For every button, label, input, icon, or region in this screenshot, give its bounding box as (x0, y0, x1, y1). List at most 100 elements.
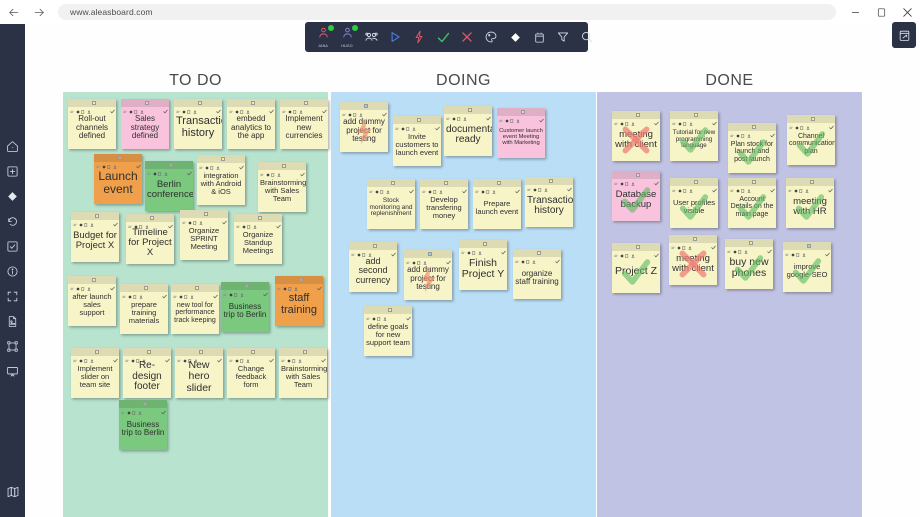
sticky-note-toolbar[interactable] (227, 99, 275, 114)
note-color-swatch[interactable] (811, 117, 815, 121)
note-collapse-icon[interactable] (277, 278, 281, 290)
note-copy-icon[interactable] (187, 101, 191, 114)
note-check-icon[interactable] (110, 101, 115, 114)
note-color-swatch[interactable] (204, 212, 208, 216)
sticky-note-body[interactable]: staff training (275, 284, 323, 326)
note-shape-icon[interactable] (677, 180, 682, 193)
sticky-note[interactable]: Develop transfering money (420, 179, 468, 229)
note-copy-icon[interactable] (380, 181, 384, 194)
search-icon[interactable] (576, 26, 598, 48)
sticky-note[interactable]: Roll-out channels defined (68, 99, 116, 149)
note-copy-icon[interactable] (682, 237, 686, 250)
note-check-icon[interactable] (767, 241, 772, 254)
sticky-note-toolbar[interactable] (120, 284, 168, 299)
note-shape-icon[interactable] (286, 350, 291, 363)
note-shape-icon[interactable] (241, 216, 246, 229)
note-shape-icon[interactable] (793, 180, 798, 193)
note-copy-icon[interactable] (377, 308, 381, 321)
toolbar-play-button[interactable] (385, 22, 405, 52)
note-copy-icon[interactable] (139, 216, 143, 229)
note-color-swatch[interactable] (145, 101, 149, 105)
note-user-icon[interactable] (294, 278, 298, 291)
note-copy-icon[interactable] (134, 101, 138, 114)
sticky-note[interactable]: Brainstorming with Sales Team (279, 348, 327, 398)
sticky-note[interactable]: define goals for new support team (364, 306, 412, 356)
sticky-note-toolbar[interactable] (783, 242, 831, 257)
note-shape-icon[interactable] (75, 278, 80, 291)
note-check-icon[interactable] (163, 101, 168, 114)
note-copy-icon[interactable] (625, 245, 629, 258)
home-icon[interactable] (0, 134, 25, 159)
sticky-note[interactable]: Transaction history (525, 177, 573, 227)
note-copy-icon[interactable] (107, 156, 111, 169)
note-shape-icon[interactable] (735, 125, 740, 138)
note-user-icon[interactable] (253, 216, 257, 229)
note-collapse-icon[interactable] (727, 241, 731, 253)
sticky-note-body[interactable]: Finish Project Y (459, 248, 507, 290)
sticky-note-body[interactable]: meeting with HR (786, 186, 834, 228)
note-user-icon[interactable] (544, 179, 548, 192)
note-user-icon[interactable] (802, 244, 806, 257)
sticky-note-toolbar[interactable] (728, 178, 776, 193)
note-check-icon[interactable] (110, 278, 115, 291)
note-color-swatch[interactable] (807, 244, 811, 248)
note-user-icon[interactable] (412, 118, 416, 131)
sticky-note-body[interactable]: New hero slider (175, 356, 223, 398)
sticky-note[interactable]: Plan stock for launch and post launch (728, 123, 776, 173)
sticky-note-body[interactable]: Tutorial for new programming language (670, 119, 718, 161)
note-shape-icon[interactable] (347, 104, 352, 117)
note-shape-icon[interactable] (374, 181, 379, 194)
sticky-note-body[interactable]: Develop transfering money (420, 187, 468, 229)
sticky-note-toolbar[interactable] (787, 115, 835, 130)
sticky-note[interactable]: Implement slider on team site (71, 348, 119, 398)
sticky-note-body[interactable]: Stock monitoring and replenishment (367, 187, 415, 229)
sticky-note-toolbar[interactable] (68, 276, 116, 291)
note-user-icon[interactable] (463, 108, 467, 121)
note-check-icon[interactable] (539, 110, 544, 123)
calendar-icon[interactable] (528, 26, 550, 48)
note-shape-icon[interactable] (228, 284, 233, 297)
team-icon[interactable] (360, 26, 382, 48)
note-copy-icon[interactable] (247, 216, 251, 229)
note-collapse-icon[interactable] (229, 350, 233, 362)
info-icon[interactable] (0, 259, 25, 284)
note-user-icon[interactable] (744, 241, 748, 254)
note-user-icon[interactable] (246, 350, 250, 363)
note-color-swatch[interactable] (391, 181, 395, 185)
note-check-icon[interactable] (711, 237, 716, 250)
sticky-note[interactable]: embedd analytics to the app (227, 99, 275, 149)
note-collapse-icon[interactable] (351, 244, 355, 256)
column-doing[interactable]: add dummy project for testing Invite cust… (331, 92, 596, 517)
column-done[interactable]: meeting with client Tutorial for new prog… (597, 92, 862, 517)
note-color-swatch[interactable] (118, 156, 122, 160)
sticky-note-toolbar[interactable] (71, 212, 119, 227)
note-color-swatch[interactable] (258, 216, 262, 220)
note-shape-icon[interactable] (181, 101, 186, 114)
sticky-note-toolbar[interactable] (364, 306, 412, 321)
sticky-note-body[interactable]: Project Z (612, 251, 660, 293)
note-color-swatch[interactable] (143, 402, 147, 406)
note-check-icon[interactable] (269, 101, 274, 114)
sticky-note[interactable]: Business trip to Berlin (221, 282, 269, 332)
sticky-note[interactable]: Customer launch event Meeting with Marke… (497, 108, 545, 158)
note-check-icon[interactable] (501, 242, 506, 255)
sticky-note[interactable]: new tool for performance track keeping (171, 284, 219, 334)
note-shape-icon[interactable] (451, 108, 456, 121)
sticky-note-toolbar[interactable] (670, 178, 718, 193)
note-copy-icon[interactable] (240, 350, 244, 363)
note-collapse-icon[interactable] (199, 157, 203, 169)
note-color-swatch[interactable] (282, 164, 286, 168)
note-user-icon[interactable] (439, 181, 443, 194)
note-color-swatch[interactable] (169, 163, 173, 167)
note-check-icon[interactable] (654, 173, 659, 186)
sticky-note-body[interactable]: Timeline for Project X (126, 222, 174, 264)
play-icon[interactable] (384, 26, 406, 48)
note-color-swatch[interactable] (388, 308, 392, 312)
note-color-swatch[interactable] (92, 101, 96, 105)
note-user-icon[interactable] (631, 113, 635, 126)
sticky-note[interactable]: meeting with client (612, 111, 660, 161)
note-copy-icon[interactable] (133, 286, 137, 299)
sticky-note-body[interactable]: Account Details on the main page (728, 186, 776, 228)
sticky-note[interactable]: Business trip to Berlin (119, 400, 167, 450)
note-copy-icon[interactable] (486, 181, 490, 194)
